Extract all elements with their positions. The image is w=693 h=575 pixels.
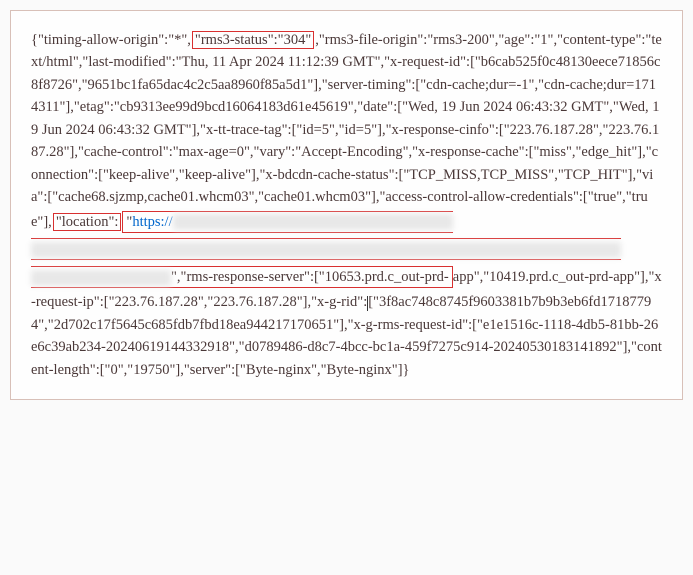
json-seg1: ,"rms3-file-origin":"rms3-200","age":"1"…: [31, 32, 662, 230]
location-url-visible[interactable]: https://: [132, 214, 172, 230]
highlight-location-key: "location":: [53, 213, 122, 231]
redacted-url-part3: xxxxxxxxxxxx: [31, 270, 171, 286]
redacted-url-part2: xxxxxxxxxxxxxxxxxxxxxxxxxxxxxxxxxxxxxxxx…: [31, 242, 621, 258]
json-headers-block: {"timing-allow-origin":"*","rms3-status"…: [10, 10, 683, 400]
json-open: {"timing-allow-origin":"*",: [31, 32, 191, 48]
redacted-url-part1: xxxxxxxxxxxxxxxxxxxxxx: [173, 214, 453, 230]
location-tail: ","rms-response-server":["10653.prd.c_ou…: [171, 269, 449, 285]
highlight-rms3-status: "rms3-status":"304": [192, 31, 314, 49]
